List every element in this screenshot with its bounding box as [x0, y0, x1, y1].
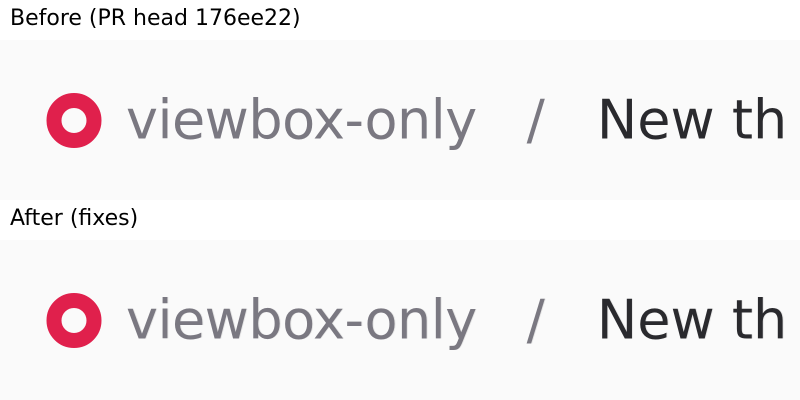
before-label: Before (PR head 176ee22): [10, 6, 301, 31]
breadcrumb-separator: /: [526, 288, 545, 352]
after-panel: viewbox-only / New th: [0, 240, 800, 400]
after-label: After (fixes): [10, 206, 139, 231]
page-title: New th: [596, 88, 788, 152]
before-panel: viewbox-only / New th: [0, 40, 800, 200]
page-title: New th: [596, 288, 788, 352]
comparison-page: Before (PR head 176ee22) viewbox-only / …: [0, 0, 800, 400]
repo-link[interactable]: viewbox-only: [126, 89, 477, 152]
repo-link[interactable]: viewbox-only: [126, 289, 477, 352]
breadcrumb: viewbox-only / New th: [46, 89, 787, 152]
ring-icon: [46, 92, 102, 148]
ring-icon: [46, 292, 102, 348]
breadcrumb: viewbox-only / New th: [46, 289, 787, 352]
breadcrumb-separator: /: [526, 88, 545, 152]
